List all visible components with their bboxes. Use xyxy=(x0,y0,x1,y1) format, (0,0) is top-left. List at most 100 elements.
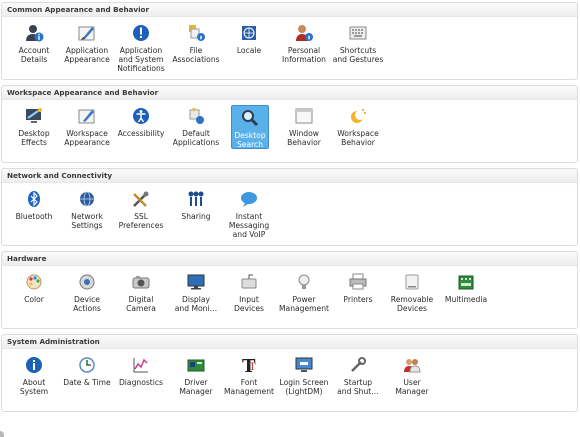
item-digital-camera[interactable]: Digital Camera xyxy=(115,270,167,313)
item-label: Sharing xyxy=(181,212,211,221)
magnifier-search-icon xyxy=(242,110,259,127)
item-label: Instant Messaging and VoIP xyxy=(228,212,270,239)
item-label: File Associations xyxy=(172,46,220,64)
item-locale[interactable]: Locale xyxy=(223,21,275,55)
item-label: Window Behavior xyxy=(287,129,321,147)
svg-text:T: T xyxy=(249,362,256,373)
item-label: Account Details xyxy=(18,46,50,64)
item-accessibility[interactable]: Accessibility xyxy=(115,104,167,138)
section-title: Common Appearance and Behavior xyxy=(2,3,577,17)
item-desktop-search[interactable]: Desktop Search xyxy=(231,105,269,149)
item-label: Workspace Appearance xyxy=(64,129,110,147)
wrench-icon xyxy=(351,357,366,372)
sharing-icon xyxy=(188,191,204,206)
item-label: Date & Time xyxy=(63,378,111,387)
item-login-screen[interactable]: Login Screen (LightDM) xyxy=(278,353,330,396)
item-account-details[interactable]: Account Details xyxy=(8,21,60,64)
item-window-behavior[interactable]: Window Behavior xyxy=(278,104,330,147)
item-label: Login Screen (LightDM) xyxy=(279,378,329,396)
item-label: Workspace Behavior xyxy=(337,129,379,147)
paint-brush-icon xyxy=(78,26,95,41)
item-about-system[interactable]: About System xyxy=(8,353,60,396)
item-multimedia[interactable]: Multimedia xyxy=(440,270,492,304)
driver-card-icon xyxy=(187,359,205,372)
item-label: SSL Preferences xyxy=(118,212,164,230)
section-title: Workspace Appearance and Behavior xyxy=(2,86,577,100)
item-network-settings[interactable]: Network Settings xyxy=(61,187,113,230)
item-power-management[interactable]: Power Management xyxy=(278,270,330,313)
globe-flag-icon xyxy=(242,26,256,40)
item-label: User Manager xyxy=(395,378,429,396)
chat-bubble-icon xyxy=(241,192,257,207)
item-label: Application and System Notifications xyxy=(117,46,165,73)
item-label: Printers xyxy=(343,295,373,304)
item-label: Diagnostics xyxy=(118,378,164,387)
item-startup-shutdown[interactable]: Startup and Shut… xyxy=(332,353,384,396)
item-label: About System xyxy=(19,378,49,396)
item-desktop-effects[interactable]: Desktop Effects xyxy=(8,104,60,147)
item-label: Network Settings xyxy=(71,212,103,230)
item-bluetooth[interactable]: Bluetooth xyxy=(8,187,60,221)
item-label: Color xyxy=(24,295,44,304)
keyboard-icon xyxy=(349,26,367,40)
item-label: Input Devices xyxy=(234,295,264,313)
item-device-actions[interactable]: Device Actions xyxy=(61,270,113,313)
item-label: Removable Devices xyxy=(390,295,434,313)
item-workspace-appearance[interactable]: Workspace Appearance xyxy=(61,104,113,147)
item-font-management[interactable]: TT Font Management xyxy=(223,353,275,396)
section-title: System Administration xyxy=(2,335,577,349)
diagnostics-chart-icon xyxy=(133,358,148,373)
printer-icon xyxy=(349,273,367,290)
section-title: Hardware xyxy=(2,252,577,266)
notification-exclamation-icon xyxy=(133,25,149,41)
login-screen-icon xyxy=(295,357,313,372)
desktop-effects-icon xyxy=(26,108,42,123)
item-display-monitor[interactable]: Display and Moni… xyxy=(170,270,222,313)
item-color[interactable]: Color xyxy=(8,270,60,304)
item-default-applications[interactable]: Default Applications xyxy=(170,104,222,147)
item-ssl-preferences[interactable]: SSL Preferences xyxy=(115,187,167,230)
section-hardware: Hardware Color Device Actions Digital Ca… xyxy=(1,251,578,329)
section-title: Network and Connectivity xyxy=(2,169,577,183)
account-user-icon xyxy=(26,25,44,42)
section-network-connectivity: Network and Connectivity Bluetooth Netwo… xyxy=(1,168,578,246)
item-label: Personal Information xyxy=(282,46,326,64)
item-workspace-behavior[interactable]: Workspace Behavior xyxy=(332,104,384,147)
lightbulb-icon xyxy=(298,274,310,289)
item-shortcuts-gestures[interactable]: Shortcuts and Gestures xyxy=(332,21,384,64)
item-label: Locale xyxy=(236,46,262,55)
color-palette-icon xyxy=(26,274,42,290)
multimedia-board-icon xyxy=(458,275,474,290)
file-associations-icon xyxy=(189,25,205,41)
item-printers[interactable]: Printers xyxy=(332,270,384,304)
workspace-behavior-icon xyxy=(351,109,366,123)
users-icon xyxy=(404,359,421,373)
item-file-associations[interactable]: File Associations xyxy=(170,21,222,64)
window-icon xyxy=(295,108,313,124)
item-instant-messaging[interactable]: Instant Messaging and VoIP xyxy=(223,187,275,239)
item-sharing[interactable]: Sharing xyxy=(170,187,222,221)
item-diagnostics[interactable]: Diagnostics xyxy=(115,353,167,387)
clock-icon xyxy=(79,357,95,373)
item-driver-manager[interactable]: Driver Manager xyxy=(170,353,222,396)
tools-icon xyxy=(133,191,149,207)
item-label: Accessibility xyxy=(117,129,165,138)
input-devices-icon xyxy=(241,274,257,289)
workspace-appearance-icon xyxy=(78,109,95,124)
item-user-manager[interactable]: User Manager xyxy=(386,353,438,396)
accessibility-icon xyxy=(133,108,149,124)
item-label: Desktop Effects xyxy=(18,129,50,147)
item-personal-information[interactable]: Personal Information xyxy=(278,21,330,64)
personal-info-icon xyxy=(296,25,313,41)
bluetooth-icon xyxy=(28,191,40,207)
item-removable-devices[interactable]: Removable Devices xyxy=(386,270,438,313)
item-input-devices[interactable]: Input Devices xyxy=(223,270,275,313)
item-label: Multimedia xyxy=(444,295,488,304)
item-date-time[interactable]: Date & Time xyxy=(61,353,113,387)
item-label: Power Management xyxy=(278,295,330,313)
item-notifications[interactable]: Application and System Notifications xyxy=(115,21,167,73)
item-label: Shortcuts and Gestures xyxy=(332,46,384,64)
info-icon xyxy=(26,357,42,373)
item-application-appearance[interactable]: Application Appearance xyxy=(61,21,113,64)
item-label: Digital Camera xyxy=(126,295,156,313)
